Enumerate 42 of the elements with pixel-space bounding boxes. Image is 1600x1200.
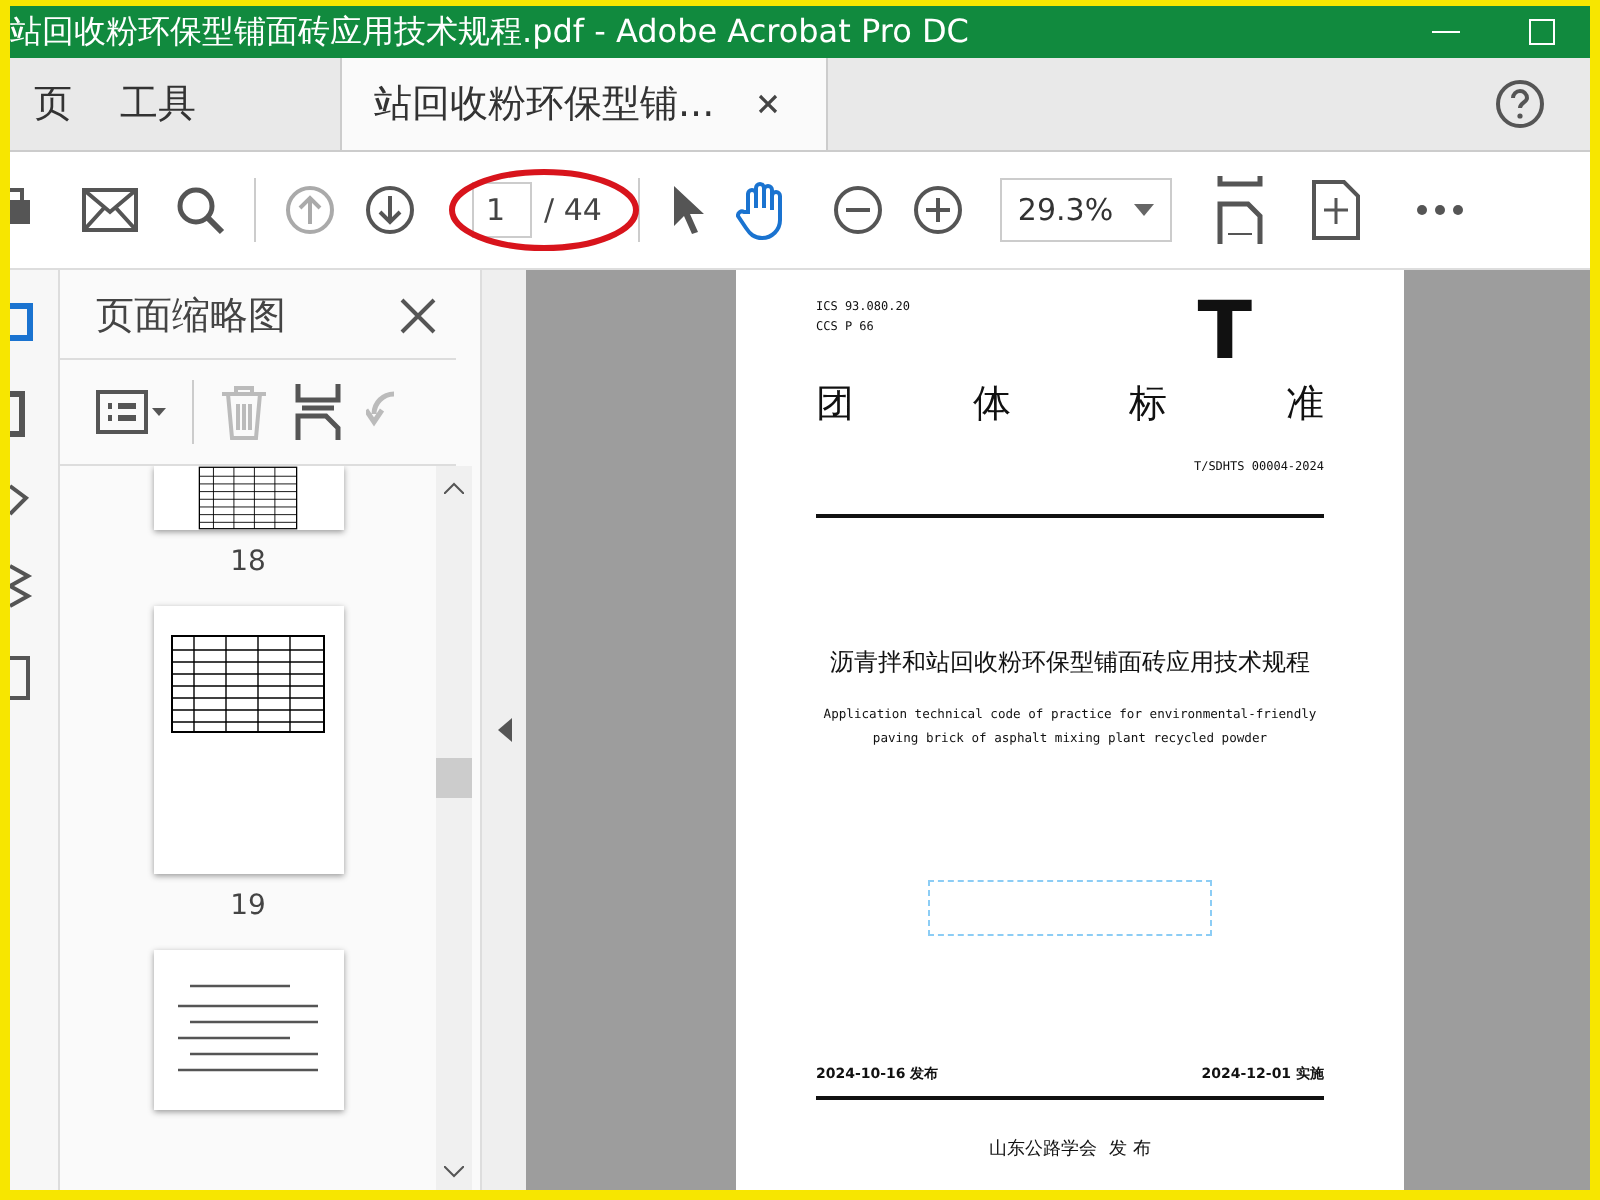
page-number: 18 bbox=[230, 546, 266, 578]
page-thumbnail[interactable] bbox=[153, 606, 343, 874]
scroll-up-icon[interactable] bbox=[444, 482, 464, 494]
help-icon[interactable] bbox=[1494, 78, 1546, 130]
zoom-out-icon[interactable] bbox=[831, 184, 884, 236]
insert-page-icon[interactable] bbox=[294, 384, 342, 440]
page-thumbnail[interactable] bbox=[153, 466, 343, 530]
scroll-down-icon[interactable] bbox=[444, 1166, 464, 1178]
full-screen-icon[interactable] bbox=[1311, 180, 1360, 240]
scroll-thumb[interactable] bbox=[436, 758, 472, 798]
mail-icon[interactable] bbox=[82, 188, 138, 232]
panel-title: 页面缩略图 bbox=[96, 292, 286, 342]
nav-tab[interactable]: 站回收粉环保型铺... bbox=[340, 58, 828, 150]
standard-mark: T bbox=[1197, 298, 1252, 366]
options-icon[interactable] bbox=[96, 390, 168, 434]
window-title: 站回收粉环保型铺面砖应用技术规程.pdf - Adobe Acrobat Pro DC bbox=[10, 11, 971, 53]
zoom-in-icon[interactable] bbox=[911, 184, 964, 236]
more-icon[interactable] bbox=[1415, 204, 1464, 216]
category-character: 体 bbox=[972, 380, 1011, 430]
publisher: 山东公路学会 发 布 bbox=[987, 1137, 1153, 1162]
close-icon[interactable] bbox=[400, 298, 436, 334]
page-number-field[interactable]: 1 bbox=[472, 182, 532, 238]
zoom-dropdown[interactable]: 29.3% bbox=[999, 178, 1172, 242]
page-number: 19 bbox=[230, 890, 266, 922]
nav-tab[interactable]: 工具 bbox=[96, 58, 220, 150]
category-character: 团 bbox=[816, 380, 854, 430]
scrollbar[interactable] bbox=[436, 466, 472, 1190]
page-total: / 44 bbox=[544, 192, 602, 228]
pages-icon[interactable] bbox=[10, 302, 38, 346]
category-character: 标 bbox=[1129, 380, 1168, 430]
document-title: 沥青拌和站回收粉环保型铺面砖应用技术规程 bbox=[828, 646, 1312, 680]
caret-icon bbox=[1133, 204, 1154, 216]
maximize-icon[interactable] bbox=[1528, 18, 1556, 46]
page-thumbnail[interactable] bbox=[153, 950, 343, 1110]
category-character: 准 bbox=[1285, 380, 1324, 430]
fit-page-icon[interactable] bbox=[1215, 176, 1264, 244]
signature-field[interactable] bbox=[928, 880, 1212, 936]
close-icon[interactable] bbox=[758, 94, 779, 114]
collapse-handle[interactable] bbox=[480, 270, 526, 1190]
nav-tab[interactable]: 页 bbox=[10, 58, 96, 150]
search-icon[interactable] bbox=[174, 184, 226, 236]
left-triangle-icon bbox=[497, 718, 511, 742]
